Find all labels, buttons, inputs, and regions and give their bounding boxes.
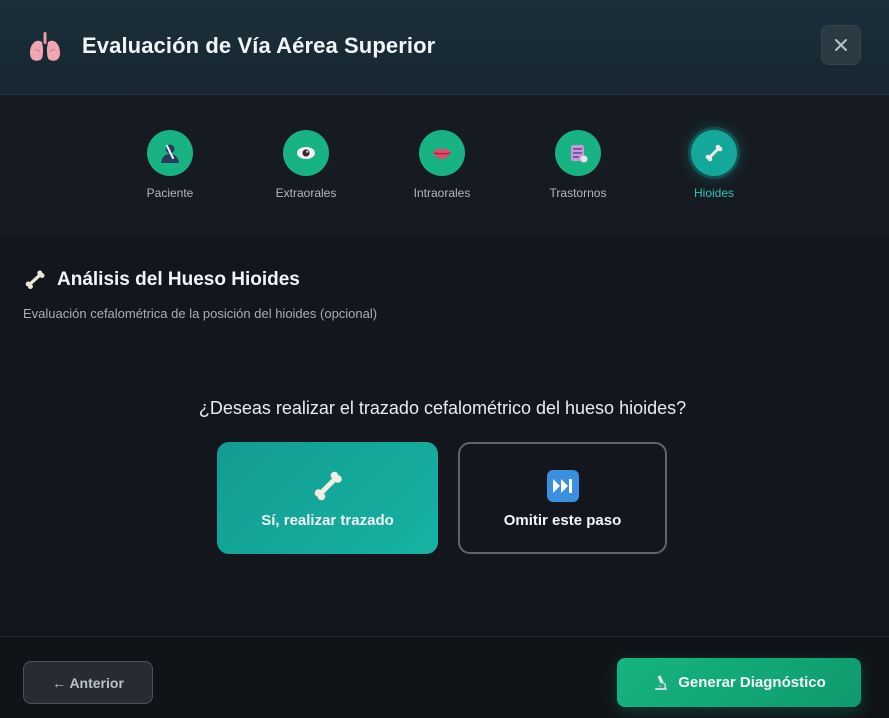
skip-step-label: Omitir este paso	[503, 511, 622, 529]
skip-step-button[interactable]: Omitir este paso	[458, 442, 667, 554]
trace-question: ¿Deseas realizar el trazado cefalométric…	[198, 398, 687, 418]
microscope-icon	[655, 675, 668, 690]
step-label: Intraorales	[413, 186, 471, 200]
section-subtitle: Evaluación cefalométrica de la posición …	[23, 306, 378, 321]
step-circle	[691, 130, 737, 176]
generate-diagnosis-button[interactable]: Generar Diagnóstico	[617, 658, 861, 707]
perform-trace-label: Sí, realizar trazado	[261, 511, 394, 529]
perform-trace-button[interactable]: Sí, realizar trazado	[217, 442, 438, 554]
modal-title: Evaluación de Vía Aérea Superior	[82, 33, 436, 58]
patient-icon	[161, 144, 179, 163]
step-trastornos[interactable]: Trastornos	[518, 95, 638, 236]
evaluation-modal: Evaluación de Vía Aérea Superior Pacient…	[0, 0, 889, 718]
section-title: Análisis del Hueso Hioides	[23, 269, 300, 291]
modal-footer: ← Anterior Generar Diagnóstico	[0, 636, 889, 718]
step-label: Hioides	[693, 186, 735, 200]
step-extraorales[interactable]: Extraorales	[246, 95, 366, 236]
step-label: Paciente	[146, 186, 194, 200]
fast-forward-icon	[546, 469, 579, 502]
bone-icon	[705, 144, 723, 162]
progress-stepper: Paciente Extraorales Intraorales Trastor…	[0, 95, 889, 260]
step-hioides[interactable]: Hioides	[654, 95, 774, 236]
bone-icon	[314, 471, 342, 500]
step-content: Análisis del Hueso Hioides Evaluación ce…	[0, 236, 889, 636]
section-title-text: Análisis del Hueso Hioides	[57, 269, 300, 290]
bone-icon	[25, 270, 45, 289]
step-intraorales[interactable]: Intraorales	[382, 95, 502, 236]
generate-diagnosis-label: Generar Diagnóstico	[678, 674, 826, 691]
lungs-icon	[30, 32, 60, 61]
step-circle	[283, 130, 329, 176]
step-label: Extraorales	[275, 186, 337, 200]
disorders-icon	[571, 145, 588, 163]
previous-button[interactable]: ← Anterior	[23, 661, 153, 704]
modal-header: Evaluación de Vía Aérea Superior	[0, 0, 889, 95]
eye-icon	[297, 147, 315, 159]
close-icon	[835, 39, 847, 51]
step-paciente[interactable]: Paciente	[110, 95, 230, 236]
step-circle	[555, 130, 601, 176]
step-circle	[419, 130, 465, 176]
close-button[interactable]	[821, 25, 861, 65]
step-circle	[147, 130, 193, 176]
step-label: Trastornos	[549, 186, 607, 200]
lips-icon	[433, 148, 451, 159]
